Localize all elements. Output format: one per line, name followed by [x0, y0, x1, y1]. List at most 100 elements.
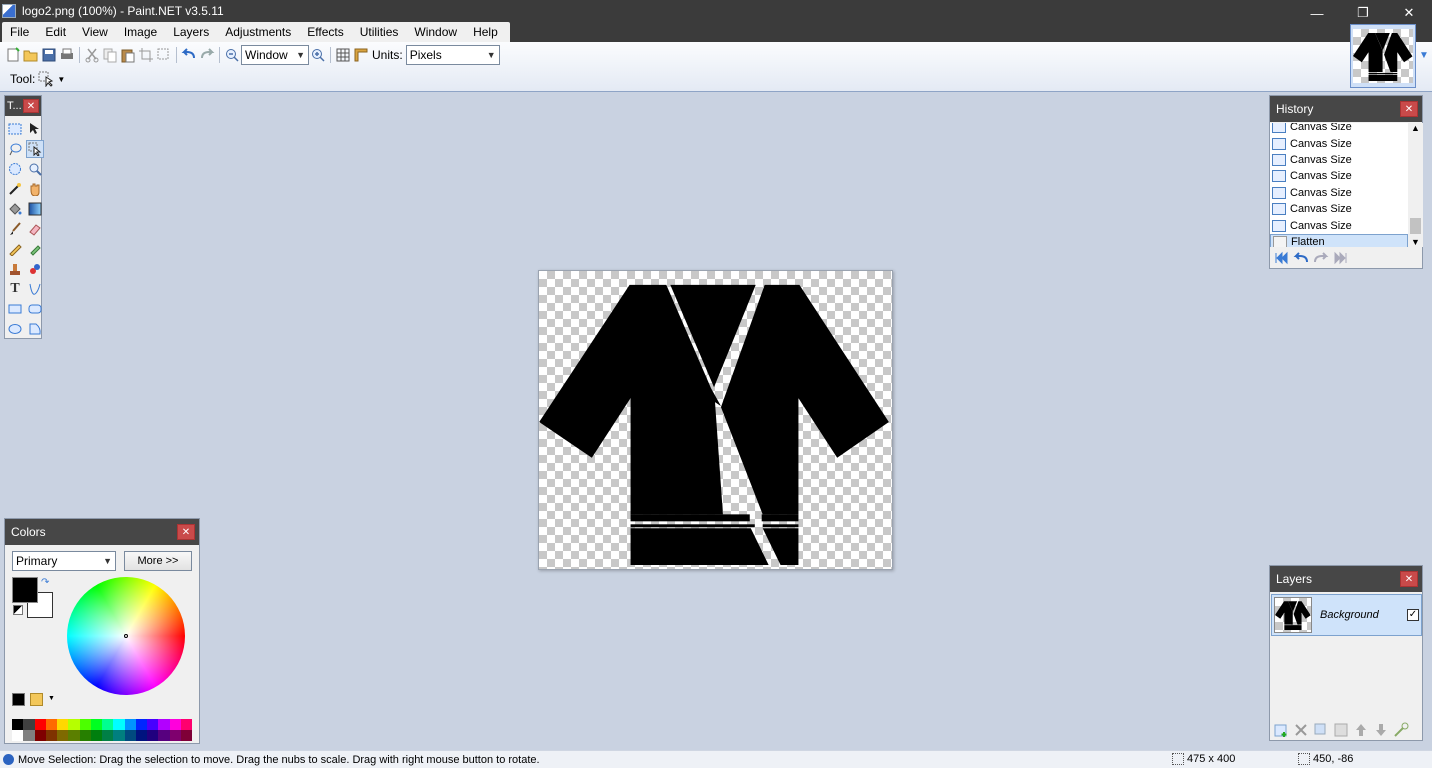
palette-swatch[interactable] [68, 719, 80, 730]
palette-swatch[interactable] [158, 719, 170, 730]
history-last-icon[interactable] [1333, 251, 1349, 267]
palette-swatch[interactable] [102, 719, 114, 730]
history-scrollbar[interactable]: ▲ ▼ [1408, 123, 1423, 247]
lasso-select-tool-icon[interactable] [6, 140, 24, 158]
menu-edit[interactable]: Edit [37, 22, 74, 42]
palette-swatch[interactable] [102, 730, 114, 741]
move-layer-up-icon[interactable] [1353, 722, 1369, 738]
layer-properties-icon[interactable] [1393, 722, 1409, 738]
history-item[interactable]: Canvas Size [1270, 185, 1408, 201]
palette-swatch[interactable] [169, 730, 181, 741]
menu-effects[interactable]: Effects [299, 22, 351, 42]
recolor-tool-icon[interactable] [26, 260, 44, 278]
palette-swatch[interactable] [45, 719, 57, 730]
deselect-icon[interactable] [156, 47, 172, 63]
palette-swatch[interactable] [34, 719, 46, 730]
history-item[interactable]: Canvas Size [1270, 152, 1408, 168]
menu-help[interactable]: Help [465, 22, 506, 42]
move-selection-tool-icon[interactable] [26, 140, 44, 158]
history-close-button[interactable]: ✕ [1400, 101, 1418, 117]
menu-utilities[interactable]: Utilities [352, 22, 407, 42]
rectangle-tool-icon[interactable] [6, 300, 24, 318]
copy-icon[interactable] [102, 47, 118, 63]
print-icon[interactable] [59, 47, 75, 63]
menu-layers[interactable]: Layers [165, 22, 217, 42]
palette-swatch[interactable] [147, 719, 159, 730]
palette-swatch[interactable] [113, 719, 125, 730]
delete-layer-icon[interactable] [1293, 722, 1309, 738]
ellipse-tool-icon[interactable] [6, 320, 24, 338]
history-item[interactable]: Canvas Size [1270, 135, 1408, 151]
rulers-icon[interactable] [353, 47, 369, 63]
palette-swatch[interactable] [90, 730, 102, 741]
rectangle-select-tool-icon[interactable] [6, 120, 24, 138]
zoom-in-icon[interactable] [310, 47, 326, 63]
history-item[interactable]: Canvas Size [1270, 201, 1408, 217]
palette-swatch[interactable] [124, 719, 136, 730]
merge-layer-down-icon[interactable] [1333, 722, 1349, 738]
menu-file[interactable]: File [2, 22, 37, 42]
color-mode-combo[interactable]: Primary ▼ [12, 551, 116, 571]
tab-list-arrow-icon[interactable]: ▼ [1419, 50, 1429, 61]
history-first-icon[interactable] [1273, 251, 1289, 267]
undo-icon[interactable] [181, 47, 197, 63]
save-icon[interactable] [41, 47, 57, 63]
palette-options-icon[interactable] [12, 693, 25, 706]
palette-swatch[interactable] [90, 719, 102, 730]
clone-stamp-tool-icon[interactable] [6, 260, 24, 278]
paste-icon[interactable] [120, 47, 136, 63]
scroll-up-icon[interactable]: ▲ [1411, 123, 1420, 133]
menu-view[interactable]: View [74, 22, 116, 42]
palette-swatch[interactable] [135, 730, 147, 741]
new-image-icon[interactable] [5, 47, 21, 63]
reset-colors-icon[interactable] [13, 605, 23, 615]
palette-swatch[interactable] [23, 730, 35, 741]
history-redo-icon[interactable] [1313, 251, 1329, 267]
primary-color-swatch[interactable] [12, 577, 38, 603]
layer-row-background[interactable]: Background ✓ [1271, 594, 1422, 636]
ellipse-select-tool-icon[interactable] [6, 160, 24, 178]
cut-icon[interactable] [84, 47, 100, 63]
palette-menu-icon[interactable] [30, 693, 43, 706]
tool-dropdown-icon[interactable]: ▼ [57, 75, 65, 84]
scroll-down-icon[interactable]: ▼ [1411, 237, 1420, 247]
scroll-thumb[interactable] [1410, 218, 1421, 234]
line-curve-tool-icon[interactable] [26, 280, 44, 298]
magic-wand-tool-icon[interactable] [6, 180, 24, 198]
move-selection-tool-icon[interactable] [38, 71, 54, 88]
palette-swatch[interactable] [34, 730, 46, 741]
palette-swatch[interactable] [169, 719, 181, 730]
redo-icon[interactable] [199, 47, 215, 63]
zoom-out-icon[interactable] [224, 47, 240, 63]
move-pixels-tool-icon[interactable] [26, 120, 44, 138]
swap-colors-icon[interactable]: ↷ [41, 577, 49, 588]
menu-adjustments[interactable]: Adjustments [217, 22, 299, 42]
color-picker-tool-icon[interactable] [26, 240, 44, 258]
palette-swatch[interactable] [79, 730, 91, 741]
history-item[interactable]: Canvas Size [1270, 123, 1408, 135]
history-item[interactable]: Canvas Size [1270, 168, 1408, 184]
image-tab-thumbnail[interactable] [1350, 24, 1416, 88]
layers-close-button[interactable]: ✕ [1400, 571, 1418, 587]
palette-swatch[interactable] [180, 730, 192, 741]
more-colors-button[interactable]: More >> [124, 551, 192, 571]
palette-swatch[interactable] [57, 719, 69, 730]
palette-swatch[interactable] [57, 730, 69, 741]
menu-image[interactable]: Image [116, 22, 165, 42]
pencil-tool-icon[interactable] [6, 240, 24, 258]
palette-swatch[interactable] [79, 719, 91, 730]
grid-icon[interactable] [335, 47, 351, 63]
palette-swatch[interactable] [45, 730, 57, 741]
palette-swatch[interactable] [68, 730, 80, 741]
palette-swatch[interactable] [124, 730, 136, 741]
palette-swatch[interactable] [23, 719, 35, 730]
eraser-tool-icon[interactable] [26, 220, 44, 238]
palette-menu-dropdown-icon[interactable]: ▼ [48, 695, 55, 702]
duplicate-layer-icon[interactable] [1313, 722, 1329, 738]
tools-close-button[interactable]: ✕ [23, 99, 39, 113]
gradient-tool-icon[interactable] [26, 200, 44, 218]
palette-swatch[interactable] [12, 730, 24, 741]
menu-window[interactable]: Window [406, 22, 465, 42]
add-layer-icon[interactable] [1273, 722, 1289, 738]
units-combo[interactable]: Pixels ▼ [405, 45, 500, 65]
